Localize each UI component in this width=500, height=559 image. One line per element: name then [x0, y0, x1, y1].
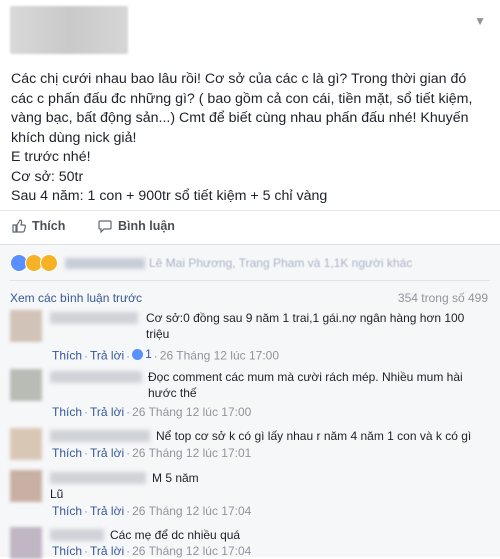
post-line-4: khích dùng nick giả!: [11, 129, 137, 146]
comment-reply-link[interactable]: Trả lời: [90, 349, 124, 363]
like-count-value: 1: [145, 347, 152, 361]
comment-time[interactable]: 26 Tháng 12 lúc 17:00: [160, 349, 279, 363]
commenter-avatar[interactable]: [10, 527, 42, 559]
post-card: ▼ Các chị cưới nhau bao lâu rồi! Cơ sở c…: [0, 0, 500, 245]
reactor-names-text[interactable]: Lê Mai Phương, Trang Pham và 1,1K người …: [149, 256, 412, 270]
sad-reaction-icon: [40, 254, 58, 272]
comment-time[interactable]: 26 Tháng 12 lúc 17:04: [132, 544, 251, 558]
post-line-e: E trước nhé!: [11, 149, 91, 165]
comment-text: Các mẹ để dc nhiều quá: [110, 528, 241, 542]
comment-like-link[interactable]: Thích: [52, 446, 82, 460]
post-options-chevron-icon[interactable]: ▼: [474, 14, 486, 28]
comment-like-link[interactable]: Thích: [52, 405, 82, 419]
post-line-3: vàng bạc, bất động sản...) Cmt để biết c…: [11, 110, 469, 126]
commenter-avatar[interactable]: [10, 470, 42, 502]
comment-like-count[interactable]: 1: [132, 347, 152, 361]
commenter-avatar[interactable]: [10, 428, 42, 460]
view-previous-comments-link[interactable]: Xem các bình luận trước: [10, 291, 142, 305]
comment-item: Cơ sở:0 đồng sau 9 năm 1 trai,1 gái.nợ n…: [10, 310, 490, 370]
comment-reply-link[interactable]: Trả lời: [90, 405, 124, 419]
comment-meta: Thích · Trả lời · 26 Tháng 12 lúc 17:04: [52, 544, 252, 558]
comment-meta: Thích · Trả lời · 1 · 26 Tháng 12 lúc 17:00: [52, 347, 280, 363]
commenter-avatar[interactable]: [10, 369, 42, 401]
comment-item: M 5 năm Lũ Thích · Trả lời · 26 Tháng 12 lúc…: [10, 470, 490, 520]
comment-meta: Thích · Trả lời · 26 Tháng 12 lúc 17:04: [52, 504, 252, 518]
comment-time[interactable]: 26 Tháng 12 lúc 17:01: [132, 446, 251, 460]
comment-like-link[interactable]: Thích: [52, 544, 82, 558]
comment-text: Nể top cơ sở k có gì lấy nhau r năm 4 nă…: [156, 429, 472, 443]
previous-comments-row: Xem các bình luận trước 354 trong số 499: [10, 291, 488, 307]
comments-section: Lê Mai Phương, Trang Pham và 1,1K người …: [0, 245, 500, 559]
comment-meta: Thích · Trả lời · 26 Tháng 12 lúc 17:01: [52, 446, 252, 460]
comment-text: Đọc comment các mum mà cười rách mép. Nh…: [148, 370, 463, 400]
comment-reply-link[interactable]: Trả lời: [90, 504, 124, 518]
post-body: Các chị cưới nhau bao lâu rồi! Cơ sở của…: [11, 70, 491, 207]
comment-button-label: Bình luận: [118, 219, 175, 233]
reactions-divider: [10, 280, 490, 281]
like-button-label: Thích: [32, 219, 66, 233]
comment-time[interactable]: 26 Tháng 12 lúc 17:00: [132, 405, 251, 419]
like-count-icon: [132, 348, 144, 360]
like-button[interactable]: Thích: [12, 219, 65, 233]
comment-meta: Thích · Trả lời · 26 Tháng 12 lúc 17:00: [52, 405, 252, 419]
comment-item: Các mẹ để dc nhiều quá Thích · Trả lời · 26 …: [10, 527, 490, 559]
comment-time[interactable]: 26 Tháng 12 lúc 17:04: [132, 504, 251, 518]
comment-reply-link[interactable]: Trả lời: [90, 544, 124, 558]
thumbs-up-icon: [12, 219, 26, 233]
comment-text-line-2: Lũ: [50, 487, 64, 501]
comment-item: Nể top cơ sở k có gì lấy nhau r năm 4 nă…: [10, 428, 490, 464]
post-line-base: Cơ sở: 50tr: [11, 168, 84, 185]
post-line-2: các c phấn đấu đc những gì? ( bao gồm cả…: [11, 90, 473, 107]
comment-count: 354 trong số 499: [397, 291, 488, 305]
post-line-after: Sau 4 năm: 1 con + 900tr sổ tiết kiệm + …: [11, 188, 328, 204]
comment-like-link[interactable]: Thích: [52, 349, 82, 363]
comment-like-link[interactable]: Thích: [52, 504, 82, 518]
post-line-1: Các chị cưới nhau bao lâu rồi! Cơ sở của…: [11, 71, 467, 87]
comment-text: M 5 năm: [152, 471, 199, 485]
reactor-names-blurred: [65, 257, 145, 269]
reactions-summary[interactable]: Lê Mai Phương, Trang Pham và 1,1K người …: [10, 253, 412, 273]
commenter-avatar[interactable]: [10, 310, 42, 342]
post-action-bar: Thích Bình luận: [0, 210, 500, 241]
comment-text: Cơ sở:0 đồng sau 9 năm 1 trai,1 gái.nợ n…: [146, 311, 465, 341]
comment-button[interactable]: Bình luận: [98, 219, 175, 233]
post-author-avatar-blurred[interactable]: [10, 6, 128, 54]
comment-reply-link[interactable]: Trả lời: [90, 446, 124, 460]
speech-bubble-icon: [98, 219, 112, 233]
comment-item: Đọc comment các mum mà cười rách mép. Nh…: [10, 369, 490, 421]
